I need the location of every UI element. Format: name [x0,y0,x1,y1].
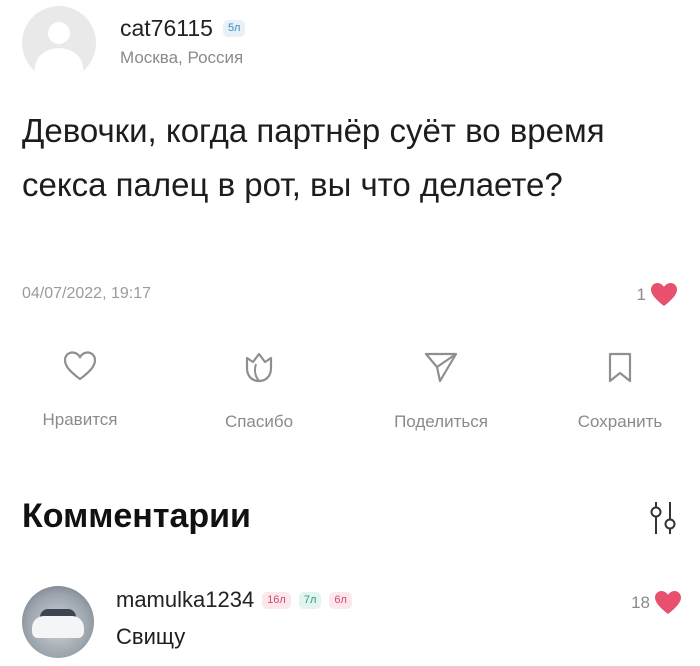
comment-item: mamulka1234 16л 7л 6л Свищу 18 [22,578,682,666]
comments-title: Комментарии [22,497,251,535]
post-username[interactable]: cat76115 [120,15,213,42]
post-header: cat76115 5л Москва, Россия [22,6,246,80]
save-button[interactable]: Сохранить [545,350,695,432]
post-timestamp: 04/07/2022, 19:17 [22,285,152,302]
send-icon [424,352,458,383]
comment-badge: 16л [262,591,291,609]
comment-likes[interactable]: 18 [631,590,682,616]
user-location: Москва, Россия [120,47,244,67]
filter-sliders-icon[interactable] [650,500,676,541]
like-button[interactable]: Нравится [5,350,155,430]
post-like-count: 1 [636,285,646,304]
post-text: Девочки, когда партнёр суёт во время сек… [22,112,605,203]
thanks-button[interactable]: Спасибо [184,350,334,432]
user-avatar[interactable] [22,6,96,80]
save-label: Сохранить [577,412,663,431]
like-label: Нравится [42,410,118,429]
heart-filled-icon [651,283,677,306]
comment-like-count: 18 [631,593,650,612]
user-badge: 5л [222,19,246,37]
user-placeholder-icon [48,22,70,44]
comment-badge: 7л [298,591,322,609]
share-button[interactable]: Поделиться [366,350,516,432]
comment-username[interactable]: mamulka1234 [116,587,254,613]
comment-badge: 6л [329,591,352,609]
flower-icon [245,352,273,383]
heart-filled-icon [655,591,681,614]
bookmark-icon [608,352,632,383]
comment-avatar[interactable] [22,586,94,658]
post-likes[interactable]: 1 [637,282,678,308]
heart-outline-icon [63,351,97,381]
user-meta: cat76115 5л Москва, Россия [120,15,246,68]
thanks-label: Спасибо [224,412,294,431]
action-bar: Нравится Спасибо Поделиться Сохранить [0,350,700,450]
comment-text: Свищу [116,624,186,649]
share-label: Поделиться [394,412,488,431]
